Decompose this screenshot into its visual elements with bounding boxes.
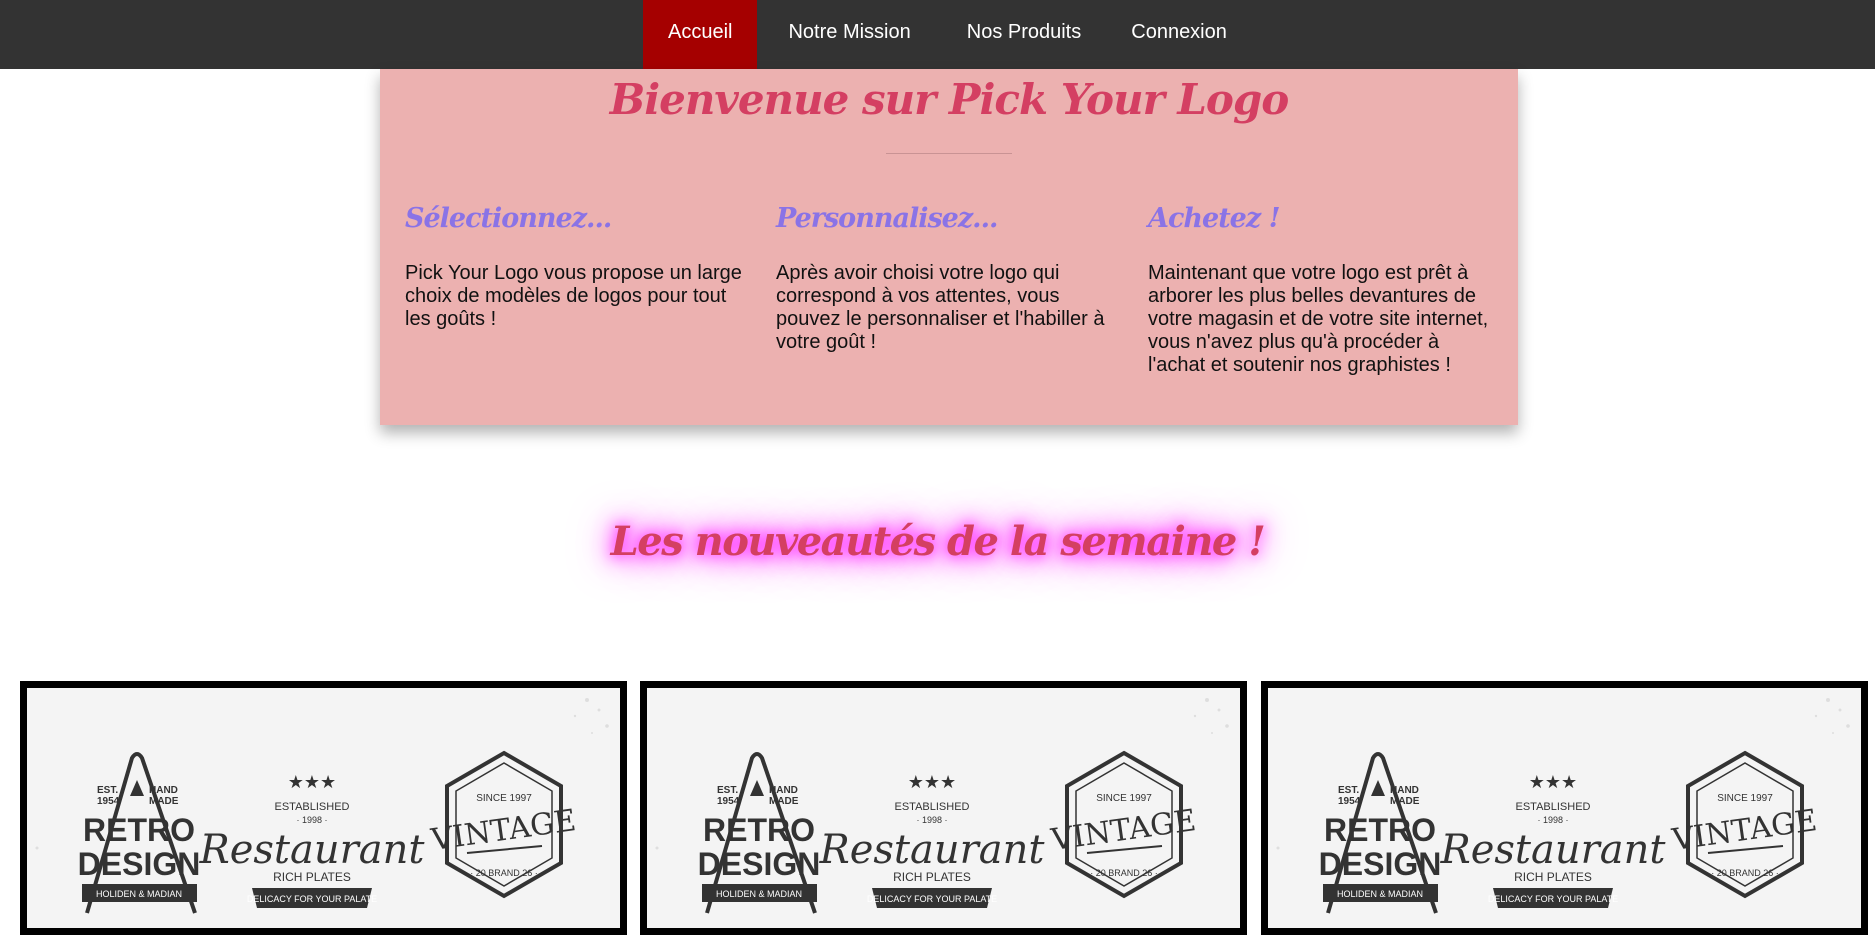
badge2-ribbon: DELICACY FOR YOUR PALATE bbox=[247, 894, 377, 904]
badge1-line2: DESIGN bbox=[1319, 846, 1442, 882]
badge1-line2: DESIGN bbox=[78, 846, 201, 882]
logo-collection-image: EST. 1954 HAND MADE RETRO DESIGN HOLIDEN… bbox=[27, 688, 620, 928]
badge1-hand: HAND bbox=[1390, 785, 1419, 796]
badge1-ribbon: HOLIDEN & MADIAN bbox=[1337, 889, 1423, 899]
weekly-new-items-title: Les nouveautés de la semaine ! bbox=[610, 518, 1266, 565]
badge1-est: EST. bbox=[717, 785, 738, 796]
product-card[interactable]: EST. 1954 HAND MADE RETRO DESIGN HOLIDEN… bbox=[1261, 681, 1868, 935]
feature-column-buy: Achetez ! Maintenant que votre logo est … bbox=[1148, 203, 1493, 377]
feature-title: Personnalisez... bbox=[776, 203, 998, 234]
badge2-name: Restaurant bbox=[199, 827, 426, 873]
welcome-panel: Bienvenue sur Pick Your Logo Sélectionne… bbox=[380, 69, 1518, 425]
feature-title: Achetez ! bbox=[1148, 203, 1280, 234]
badge2-sub: RICH PLATES bbox=[1514, 870, 1592, 884]
svg-text:★★★: ★★★ bbox=[288, 772, 336, 793]
badge3-sub: · 20 BRAND 26 · bbox=[1711, 868, 1779, 878]
nav-item-connexion[interactable]: Connexion bbox=[1106, 0, 1252, 69]
badge2-year: · 1998 · bbox=[1537, 815, 1568, 825]
badge1-ribbon: HOLIDEN & MADIAN bbox=[96, 889, 182, 899]
badge3-since: SINCE 1997 bbox=[1717, 793, 1773, 804]
badge2-sub: RICH PLATES bbox=[893, 870, 971, 884]
nav-menu: Accueil Notre Mission Nos Produits Conne… bbox=[643, 0, 1252, 69]
badge2-year: · 1998 · bbox=[296, 815, 327, 825]
badge1-made: MADE bbox=[769, 796, 799, 807]
badge1-line1: RETRO bbox=[703, 812, 815, 848]
badge2-ribbon: DELICACY FOR YOUR PALATE bbox=[867, 894, 997, 904]
badge2-established: ESTABLISHED bbox=[895, 801, 970, 813]
title-divider bbox=[886, 153, 1012, 154]
svg-text:★★★: ★★★ bbox=[1529, 772, 1577, 793]
feature-text: Après avoir choisi votre logo qui corres… bbox=[776, 262, 1105, 353]
svg-text:★★★: ★★★ bbox=[908, 772, 956, 793]
badge3-sub: · 20 BRAND 26 · bbox=[470, 868, 538, 878]
nav-item-notre-mission[interactable]: Notre Mission bbox=[757, 0, 941, 69]
feature-column-select: Sélectionnez... Pick Your Logo vous prop… bbox=[405, 203, 750, 331]
product-card[interactable]: EST. 1954 HAND MADE RETRO DESIGN HOLIDEN… bbox=[640, 681, 1247, 935]
badge2-established: ESTABLISHED bbox=[275, 801, 350, 813]
top-navbar: Accueil Notre Mission Nos Produits Conne… bbox=[0, 0, 1875, 69]
badge1-year: 1954 bbox=[97, 796, 120, 807]
badge1-ribbon: HOLIDEN & MADIAN bbox=[716, 889, 802, 899]
nav-item-accueil[interactable]: Accueil bbox=[643, 0, 758, 69]
badge3-since: SINCE 1997 bbox=[1096, 793, 1152, 804]
badge1-made: MADE bbox=[1390, 796, 1420, 807]
nav-item-nos-produits[interactable]: Nos Produits bbox=[942, 0, 1107, 69]
logo-collection-image: EST. 1954 HAND MADE RETRO DESIGN HOLIDEN… bbox=[647, 688, 1240, 928]
badge1-made: MADE bbox=[149, 796, 179, 807]
logo-collection-image: EST. 1954 HAND MADE RETRO DESIGN HOLIDEN… bbox=[1268, 688, 1861, 928]
badge1-hand: HAND bbox=[769, 785, 798, 796]
badge2-ribbon: DELICACY FOR YOUR PALATE bbox=[1488, 894, 1618, 904]
badge3-since: SINCE 1997 bbox=[476, 793, 532, 804]
badge1-line2: DESIGN bbox=[698, 846, 821, 882]
badge1-line1: RETRO bbox=[1324, 812, 1436, 848]
badge1-line1: RETRO bbox=[83, 812, 195, 848]
badge1-year: 1954 bbox=[717, 796, 740, 807]
feature-title: Sélectionnez... bbox=[405, 203, 612, 234]
badge1-hand: HAND bbox=[149, 785, 178, 796]
badge2-name: Restaurant bbox=[819, 827, 1046, 873]
badge3-sub: · 20 BRAND 26 · bbox=[1090, 868, 1158, 878]
feature-text: Pick Your Logo vous propose un large cho… bbox=[405, 262, 742, 330]
badge2-sub: RICH PLATES bbox=[273, 870, 351, 884]
feature-column-customize: Personnalisez... Après avoir choisi votr… bbox=[776, 203, 1121, 354]
badge2-year: · 1998 · bbox=[916, 815, 947, 825]
product-card[interactable]: EST. 1954 HAND MADE RETRO DESIGN HOLIDEN… bbox=[20, 681, 627, 935]
badge2-name: Restaurant bbox=[1440, 827, 1667, 873]
feature-text: Maintenant que votre logo est prêt à arb… bbox=[1148, 262, 1489, 376]
badge1-est: EST. bbox=[1338, 785, 1359, 796]
badge2-established: ESTABLISHED bbox=[1516, 801, 1591, 813]
badge1-year: 1954 bbox=[1338, 796, 1361, 807]
badge1-est: EST. bbox=[97, 785, 118, 796]
welcome-title: Bienvenue sur Pick Your Logo bbox=[609, 75, 1290, 124]
